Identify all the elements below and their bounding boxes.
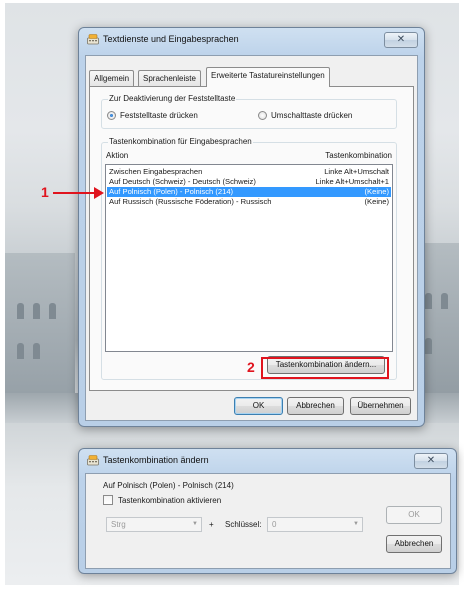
tab-general[interactable]: Allgemein xyxy=(89,70,135,87)
list-item-hotkey: (Keine) xyxy=(364,187,389,196)
tab-panel: Zur Deaktivierung der Feststelltaste Fes… xyxy=(89,86,414,391)
callout-arrow-1 xyxy=(53,192,95,194)
column-header-action: Aktion xyxy=(106,151,129,160)
callout-number-1: 1 xyxy=(41,184,49,200)
key-label: Schlüssel: xyxy=(225,520,262,529)
titlebar[interactable]: Tastenkombination ändern ✕ xyxy=(79,449,456,473)
hotkeys-group-title: Tastenkombination für Eingabesprachen xyxy=(108,137,253,146)
list-item-hotkey: Linke Alt+Umschalt xyxy=(324,167,389,176)
hotkey-target-label: Auf Polnisch (Polen) - Polnisch (214) xyxy=(103,481,234,490)
list-item-action: Auf Russisch (Russische Föderation) - Ru… xyxy=(109,197,272,206)
radio-shift-key[interactable] xyxy=(258,111,267,120)
enable-hotkey-label[interactable]: Tastenkombination aktivieren xyxy=(118,496,221,505)
callout-number-2: 2 xyxy=(247,359,255,375)
ok-button[interactable]: OK xyxy=(234,397,283,415)
background-window xyxy=(441,293,448,309)
capslock-group-title: Zur Deaktivierung der Feststelltaste xyxy=(108,94,237,103)
key-select[interactable]: 0 ▼ xyxy=(267,517,363,532)
modifier-select[interactable]: Strg ▼ xyxy=(106,517,202,532)
radio-shift-key-label[interactable]: Umschalttaste drücken xyxy=(271,111,352,120)
radio-capslock-key-label[interactable]: Feststelltaste drücken xyxy=(120,111,198,120)
background-window xyxy=(17,343,24,359)
list-item-selected[interactable]: Auf Polnisch (Polen) - Polnisch (214) (K… xyxy=(107,187,391,197)
background-window xyxy=(49,303,56,319)
list-item[interactable]: Zwischen Eingabesprachen Linke Alt+Umsch… xyxy=(107,167,391,177)
capslock-group: Zur Deaktivierung der Feststelltaste Fes… xyxy=(101,94,397,129)
enable-hotkey-checkbox[interactable] xyxy=(103,495,113,505)
list-item[interactable]: Auf Russisch (Russische Föderation) - Ru… xyxy=(107,197,391,207)
background-window xyxy=(17,303,24,319)
chevron-down-icon: ▼ xyxy=(192,521,198,527)
cancel-button[interactable]: Abbrechen xyxy=(386,535,442,553)
key-select-value: 0 xyxy=(272,520,277,529)
list-item-action: Auf Polnisch (Polen) - Polnisch (214) xyxy=(109,187,234,196)
list-item-action: Auf Deutsch (Schweiz) - Deutsch (Schweiz… xyxy=(109,177,256,186)
dialog-client-area: Auf Polnisch (Polen) - Polnisch (214) Ta… xyxy=(85,473,451,569)
arrow-right-icon xyxy=(94,187,104,199)
plus-label: + xyxy=(209,520,214,529)
close-button[interactable]: ✕ xyxy=(414,453,448,469)
background-window xyxy=(33,303,40,319)
modifier-select-value: Strg xyxy=(111,520,126,529)
apply-button[interactable]: Übernehmen xyxy=(350,397,411,415)
keyboard-language-icon xyxy=(87,34,99,45)
list-item[interactable]: Auf Deutsch (Schweiz) - Deutsch (Schweiz… xyxy=(107,177,391,187)
change-hotkey-dialog: Tastenkombination ändern ✕ Auf Polnisch … xyxy=(78,448,457,574)
cancel-button[interactable]: Abbrechen xyxy=(287,397,344,415)
background-window xyxy=(33,343,40,359)
hotkey-list[interactable]: Zwischen Eingabesprachen Linke Alt+Umsch… xyxy=(105,164,393,352)
keyboard-language-icon xyxy=(87,455,99,466)
close-button[interactable]: ✕ xyxy=(384,32,418,48)
column-header-hotkey: Tastenkombination xyxy=(325,151,392,160)
hotkeys-group: Tastenkombination für Eingabesprachen Ak… xyxy=(101,137,397,380)
callout-highlight-box xyxy=(261,357,389,379)
ok-button[interactable]: OK xyxy=(386,506,442,524)
list-item-action: Zwischen Eingabesprachen xyxy=(109,167,203,176)
chevron-down-icon: ▼ xyxy=(353,521,359,527)
tab-language-bar[interactable]: Sprachenleiste xyxy=(138,70,201,87)
radio-capslock-key[interactable] xyxy=(107,111,116,120)
tab-advanced-key-settings[interactable]: Erweiterte Tastatureinstellungen xyxy=(206,67,330,87)
background-window xyxy=(425,293,432,309)
background-building-left xyxy=(5,253,75,393)
titlebar[interactable]: Textdienste und Eingabesprachen ✕ xyxy=(79,28,424,52)
window-title: Textdienste und Eingabesprachen xyxy=(103,34,239,44)
window-title: Tastenkombination ändern xyxy=(103,455,209,465)
background-window xyxy=(425,338,432,354)
list-item-hotkey: (Keine) xyxy=(364,197,389,206)
list-item-hotkey: Linke Alt+Umschalt+1 xyxy=(315,177,389,186)
